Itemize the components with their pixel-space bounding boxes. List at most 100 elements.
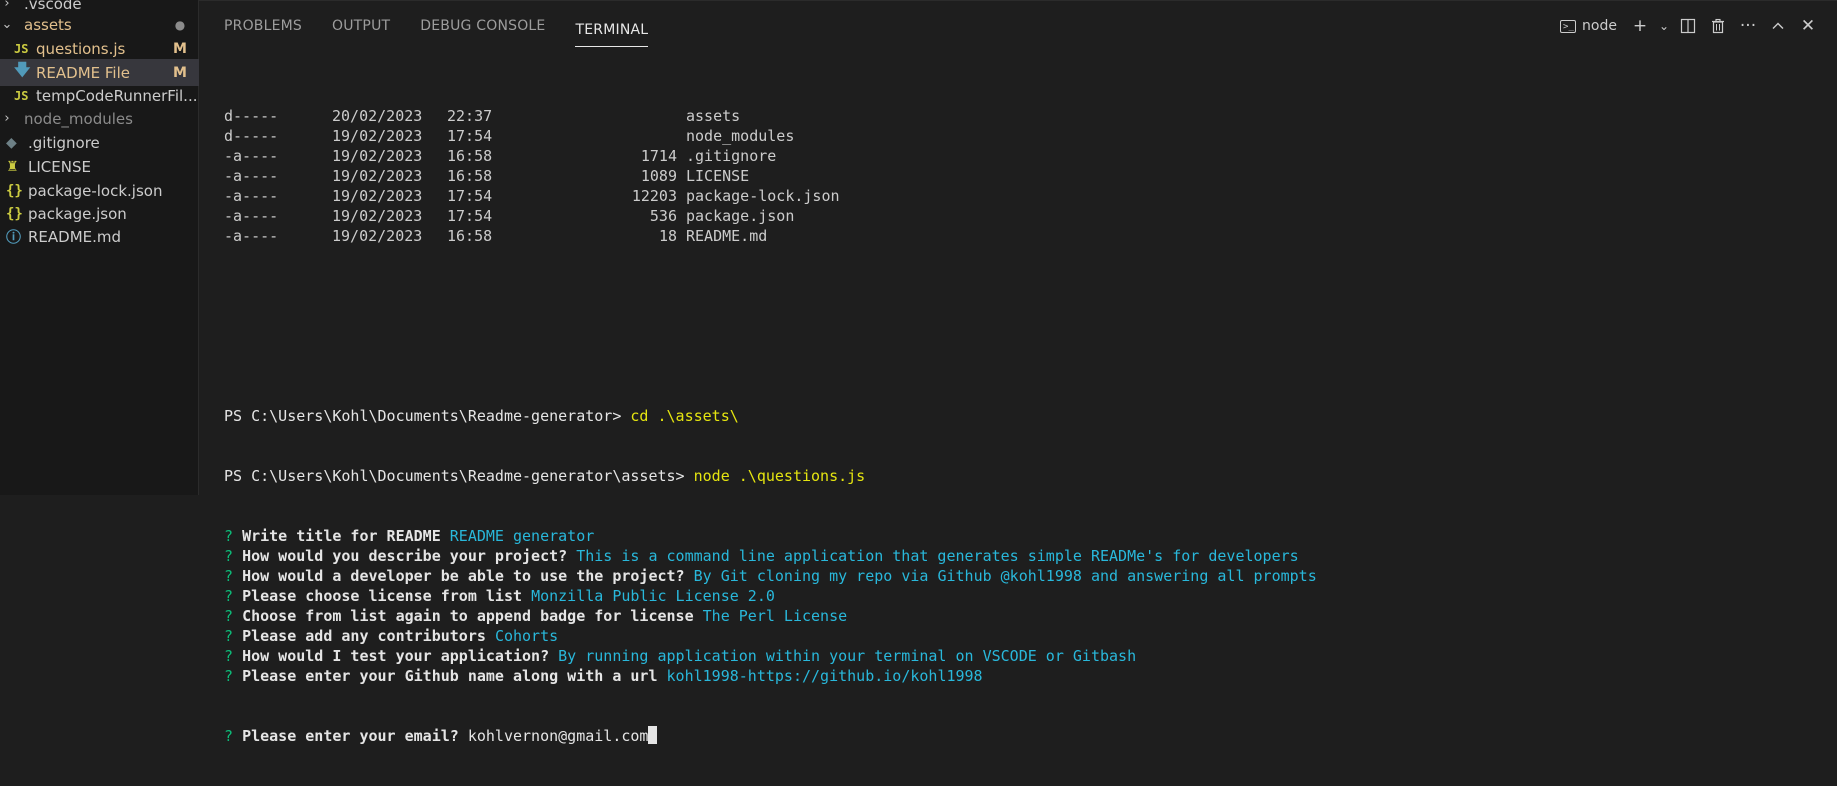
listing-row: d----- 19/02/2023 17:54 node_modules [224, 126, 1837, 146]
split-terminal-icon[interactable] [1673, 11, 1703, 41]
prompt-answer: This is a command line application that … [576, 547, 1299, 565]
prompt-answer: README generator [449, 527, 595, 545]
listing-name: LICENSE [686, 167, 750, 185]
prompt-line: ? How would you describe your project? T… [224, 546, 1837, 566]
modified-badge: M [173, 64, 187, 81]
listing-name: node_modules [686, 127, 795, 145]
license-icon: ♜ [6, 158, 19, 175]
modified-dot-icon: ● [174, 17, 186, 32]
more-actions-icon[interactable]: ··· [1733, 11, 1763, 41]
file-label: tempCodeRunnerFil... [36, 86, 198, 105]
listing-mode: -a---- [224, 167, 279, 185]
file-label: LICENSE [28, 157, 91, 176]
question-mark: ? [224, 647, 234, 665]
listing-date: 19/02/2023 [332, 167, 423, 185]
tree-file-readme-md[interactable]: ⓘ README.md [0, 223, 199, 250]
maximize-panel-icon[interactable] [1763, 11, 1793, 41]
js-file-icon: JS [14, 88, 29, 103]
prompt-line: ? Choose from list again to append badge… [224, 606, 1837, 626]
listing-length: 12203 [631, 187, 677, 205]
chevron-right-icon: › [4, 111, 10, 126]
tab-problems[interactable]: PROBLEMS [224, 1, 302, 51]
question-mark: ? [224, 567, 234, 585]
listing-length: 18 [658, 227, 677, 245]
json-file-icon: {} [6, 182, 23, 199]
panel-tabs: PROBLEMS OUTPUT DEBUG CONSOLE TERMINAL [199, 1, 678, 51]
prompt-answers: ? Write title for README README generato… [224, 526, 1837, 686]
prompt-answer: kohl1998-https://github.io/kohl1998 [666, 667, 983, 685]
json-file-icon: {} [6, 205, 23, 222]
prompt-question: How would a developer be able to use the… [242, 567, 685, 585]
tab-output[interactable]: OUTPUT [332, 1, 390, 51]
prompt-question: How would I test your application? [242, 647, 550, 665]
js-file-icon: JS [14, 41, 29, 56]
listing-date: 19/02/2023 [332, 127, 423, 145]
explorer-sidebar: › .vscode ⌄ assets ● JS questions.js M 🡇… [0, 0, 199, 495]
tab-terminal[interactable]: TERMINAL [575, 5, 649, 47]
tab-debug-console[interactable]: DEBUG CONSOLE [420, 1, 545, 51]
listing-name: package.json [686, 207, 795, 225]
listing-date: 19/02/2023 [332, 207, 423, 225]
listing-mode: -a---- [224, 207, 279, 225]
git-file-icon: ◆ [6, 134, 17, 151]
directory-listing: d----- 20/02/2023 22:37 assets d----- 19/02/2… [224, 106, 1837, 246]
listing-time: 16:58 [447, 227, 493, 245]
terminal-selector[interactable]: >_ node [1560, 18, 1617, 34]
prompt-line: ? How would I test your application? By … [224, 646, 1837, 666]
listing-row: d----- 20/02/2023 22:37 assets [224, 106, 1837, 126]
tree-folder-assets[interactable]: ⌄ assets ● [0, 11, 199, 38]
modified-badge: M [173, 40, 187, 57]
prompt-question: Write title for README [242, 527, 441, 545]
terminal-cursor [648, 726, 658, 744]
shell-prompt: PS C:\Users\Kohl\Documents\Readme-genera… [224, 467, 694, 485]
file-label: questions.js [36, 39, 126, 58]
prompt-question: Please enter your Github name along with… [242, 667, 658, 685]
chevron-down-icon[interactable]: ⌄ [1655, 11, 1673, 41]
listing-row: -a---- 19/02/2023 16:58 1714 .gitignore [224, 146, 1837, 166]
listing-name: README.md [686, 227, 768, 245]
folder-label: assets [24, 15, 72, 34]
prompt-answer: By Git cloning my repo via Github @kohl1… [693, 567, 1317, 585]
listing-date: 19/02/2023 [332, 147, 423, 165]
trash-icon[interactable] [1703, 11, 1733, 41]
prompt-line: ? Please add any contributors Cohorts [224, 626, 1837, 646]
shell-prompt: PS C:\Users\Kohl\Documents\Readme-genera… [224, 407, 631, 425]
question-mark: ? [224, 627, 234, 645]
terminal-output[interactable]: d----- 20/02/2023 22:37 assets d----- 19/02/2… [224, 66, 1837, 786]
file-label: package.json [28, 204, 127, 223]
info-icon: ⓘ [6, 228, 22, 246]
tree-file-license[interactable]: ♜ LICENSE [0, 153, 199, 180]
prompt-line: ? Write title for README README generato… [224, 526, 1837, 546]
listing-time: 17:54 [447, 127, 493, 145]
prompt-input[interactable]: kohlvernon@gmail.com [468, 727, 649, 745]
prompt-answer: The Perl License [702, 607, 848, 625]
listing-date: 19/02/2023 [332, 187, 423, 205]
file-label: .gitignore [28, 133, 100, 152]
file-label: README File [36, 63, 130, 82]
listing-length: 1714 [640, 147, 677, 165]
listing-row: -a---- 19/02/2023 17:54 12203 package-lock.j… [224, 186, 1837, 206]
prompt-answer: Cohorts [494, 627, 559, 645]
listing-time: 17:54 [447, 187, 493, 205]
file-label: package-lock.json [28, 181, 163, 200]
listing-mode: -a---- [224, 227, 279, 245]
listing-name: assets [686, 107, 741, 125]
prompt-line: ? Please choose license from list Monzil… [224, 586, 1837, 606]
tree-file-questions-js[interactable]: JS questions.js M [0, 35, 199, 62]
listing-time: 16:58 [447, 167, 493, 185]
tree-file-gitignore[interactable]: ◆ .gitignore [0, 129, 199, 156]
new-terminal-plus-icon[interactable]: + [1625, 11, 1655, 41]
terminal-line: PS C:\Users\Kohl\Documents\Readme-genera… [224, 406, 1837, 426]
listing-mode: -a---- [224, 147, 279, 165]
close-panel-icon[interactable]: ✕ [1793, 11, 1823, 41]
prompt-line: ? How would a developer be able to use t… [224, 566, 1837, 586]
question-mark: ? [224, 587, 234, 605]
tree-folder-node-modules[interactable]: › node_modules [0, 105, 199, 132]
listing-length: 536 [649, 207, 677, 225]
panel-actions: >_ node + ⌄ ··· ✕ [1560, 1, 1823, 51]
listing-name: .gitignore [686, 147, 777, 165]
listing-row: -a---- 19/02/2023 16:58 1089 LICENSE [224, 166, 1837, 186]
prompt-question: How would you describe your project? [242, 547, 568, 565]
shell-command: cd .\assets\ [630, 407, 739, 425]
listing-time: 22:37 [447, 107, 493, 125]
